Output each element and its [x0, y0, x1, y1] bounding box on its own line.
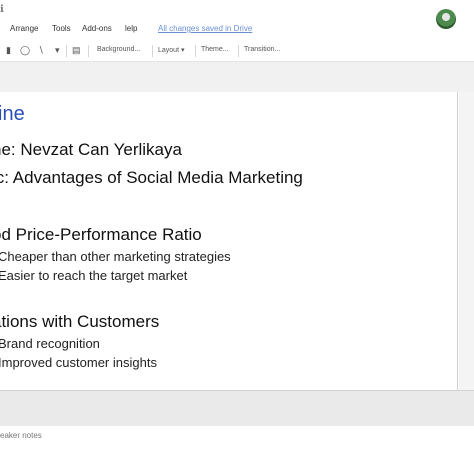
bullet-item[interactable]: Improved customer insights [0, 355, 157, 370]
comment-icon[interactable]: ▤ [72, 45, 81, 56]
transition-button[interactable]: Transition... [244, 46, 280, 53]
saved-status-link[interactable]: All changes saved in Drive [158, 24, 252, 33]
topic-line[interactable]: ic: Advantages of Social Media Marketing [0, 168, 303, 188]
line-dropdown-icon[interactable]: ▾ [55, 45, 60, 56]
shape-icon[interactable]: ◯ [20, 45, 30, 56]
info-icon: ℹ [0, 4, 4, 15]
slide-title[interactable]: tline [0, 103, 25, 126]
background-button[interactable]: Background... [97, 46, 140, 53]
vertical-scrollbar[interactable] [459, 92, 474, 390]
bullet-item[interactable]: Cheaper than other marketing strategies [0, 249, 231, 264]
line-icon[interactable]: ∖ [38, 45, 44, 56]
speaker-notes-placeholder[interactable]: eaker notes [0, 431, 42, 440]
author-name-line[interactable]: ne: Nevzat Can Yerlikaya [0, 140, 182, 160]
toolbar: ▮ ◯ ∖ ▾ ▤ Background... Layout ▾ Theme..… [0, 40, 474, 62]
section-heading-customers[interactable]: ations with Customers [0, 312, 159, 332]
menu-add-ons[interactable]: Add-ons [82, 24, 112, 33]
menu-arrange[interactable]: Arrange [10, 24, 38, 33]
bullet-item[interactable]: Brand recognition [0, 336, 100, 351]
toolbar-divider [88, 45, 89, 57]
canvas-top-margin [0, 62, 474, 92]
toolbar-divider [195, 45, 196, 57]
horizontal-scroll-area[interactable] [0, 390, 474, 426]
bullet-item[interactable]: Easier to reach the target market [0, 268, 187, 283]
section-heading-price[interactable]: od Price-Performance Ratio [0, 225, 202, 245]
speaker-notes-panel[interactable] [0, 426, 474, 474]
toolbar-divider [152, 45, 153, 57]
toolbar-divider [66, 45, 67, 57]
textbox-icon[interactable]: ▮ [6, 45, 11, 56]
toolbar-divider [238, 45, 239, 57]
layout-button[interactable]: Layout ▾ [158, 46, 184, 54]
menu-tools[interactable]: Tools [52, 24, 71, 33]
theme-button[interactable]: Theme... [201, 46, 229, 53]
menu-bar: ℹ Arrange Tools Add-ons lelp All changes… [0, 0, 474, 40]
user-avatar[interactable] [436, 9, 456, 29]
menu-help[interactable]: lelp [125, 24, 137, 33]
